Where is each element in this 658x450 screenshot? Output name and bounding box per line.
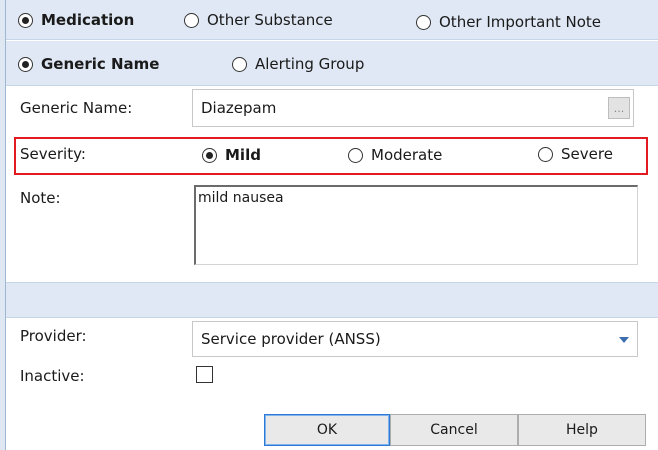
name-type-row: Generic Name Alerting Group [6,41,658,86]
radio-other-important-note-circle[interactable] [416,14,431,30]
radio-alerting-group-label: Alerting Group [255,55,365,73]
section-separator [6,282,658,318]
radio-severity-severe-circle[interactable] [538,146,553,162]
note-value: mild nausea [198,190,284,206]
radio-generic-name-circle[interactable] [18,56,33,72]
ok-button[interactable]: OK [264,414,390,446]
radio-other-important-note-label: Other Important Note [439,13,601,31]
generic-name-value: Diazepam [201,99,277,117]
substance-type-row: Medication Other Substance Other Importa… [6,0,658,40]
inactive-label: Inactive: [20,367,85,385]
radio-medication[interactable]: Medication [18,11,134,29]
help-button[interactable]: Help [518,414,646,446]
radio-other-important-note[interactable]: Other Important Note [416,13,601,31]
provider-selected-value: Service provider (ANSS) [201,330,381,348]
note-label: Note: [20,189,61,207]
browse-button[interactable]: ... [608,97,630,119]
radio-severity-moderate-circle[interactable] [348,147,363,163]
severity-label: Severity: [20,145,86,163]
radio-medication-label: Medication [41,11,135,29]
provider-label: Provider: [20,327,87,345]
generic-name-field[interactable]: Diazepam [192,89,634,127]
radio-medication-circle[interactable] [18,12,33,28]
cancel-button[interactable]: Cancel [390,414,518,446]
radio-alerting-group-circle[interactable] [232,56,247,72]
radio-severity-severe-label: Severe [561,145,613,163]
radio-alerting-group[interactable]: Alerting Group [232,55,364,73]
allergy-dialog: Medication Other Substance Other Importa… [6,0,658,450]
radio-severity-moderate-label: Moderate [371,146,443,164]
radio-severity-moderate[interactable]: Moderate [348,146,442,164]
radio-generic-name-label: Generic Name [41,55,160,73]
radio-other-substance[interactable]: Other Substance [184,11,333,29]
radio-other-substance-circle[interactable] [184,12,199,28]
note-textarea[interactable]: mild nausea [194,185,638,265]
radio-other-substance-label: Other Substance [207,11,333,29]
provider-dropdown[interactable]: Service provider (ANSS) [192,321,638,357]
inactive-checkbox[interactable] [196,366,213,383]
radio-severity-mild-circle[interactable] [202,147,217,163]
radio-severity-mild-label: Mild [225,146,261,164]
chevron-down-icon[interactable] [619,337,629,343]
generic-name-label: Generic Name: [20,99,133,117]
radio-severity-severe[interactable]: Severe [538,145,613,163]
radio-generic-name[interactable]: Generic Name [18,55,159,73]
radio-severity-mild[interactable]: Mild [202,146,261,164]
